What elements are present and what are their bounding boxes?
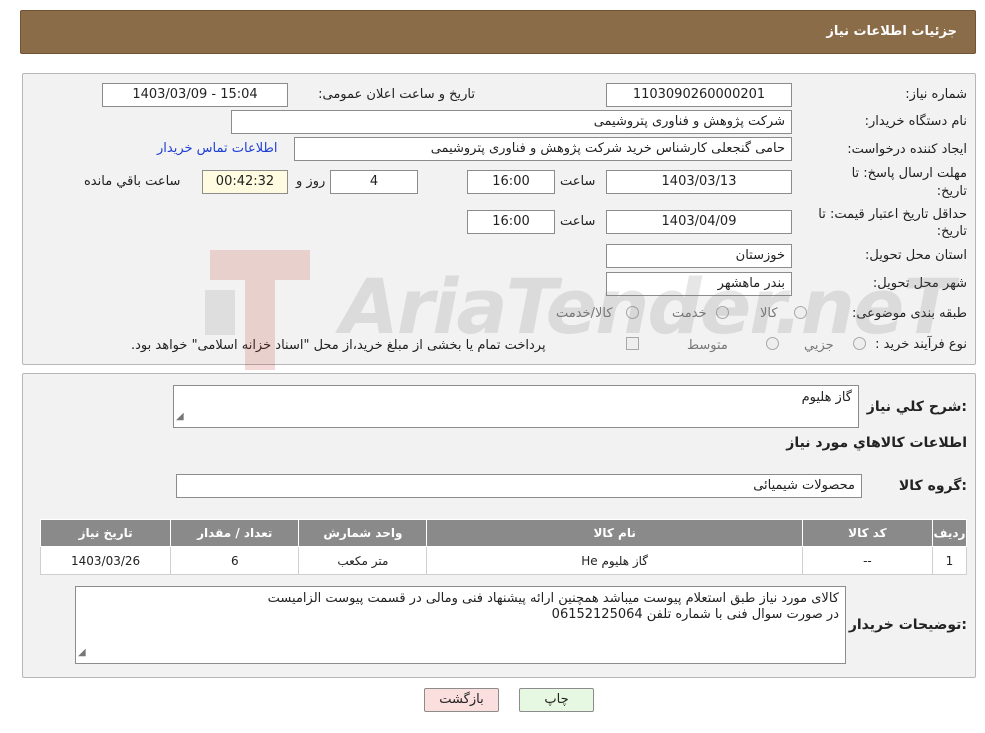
validity-label-2: تاریخ:: [936, 224, 967, 239]
goods-info-title: اطلاعات كالاهاي مورد نياز: [786, 435, 967, 451]
buyer-org-field: شرکت پژوهش و فناوری پتروشیمی: [231, 110, 792, 134]
cell-unit: متر مکعب: [298, 546, 428, 575]
deadline-label: مهلت ارسال پاسخ: تا: [851, 166, 967, 181]
city-field: بندر ماهشهر: [606, 272, 792, 296]
col-unit-header: واحد شمارش: [298, 519, 428, 547]
category-option-goods: کالا: [760, 306, 778, 321]
cell-row: 1: [931, 546, 968, 575]
province-field: خوزستان: [606, 244, 792, 268]
buyer-notes-line2: در صورت سوال فنی با شماره تلفن 061521250…: [551, 607, 839, 622]
deadline-label-2: تاریخ:: [936, 184, 967, 199]
deadline-date-field: 1403/03/13: [606, 170, 792, 194]
buyer-notes-line1: کالای مورد نیاز طبق استعلام پیوست میباشد…: [267, 591, 839, 606]
buyer-org-label: نام دستگاه خریدار:: [864, 114, 967, 129]
back-button[interactable]: بازگشت: [424, 688, 499, 712]
col-date-header: تاریخ نیاز: [39, 519, 172, 547]
validity-time-field: 16:00: [467, 210, 555, 234]
category-option-service: خدمت: [672, 306, 707, 321]
category-label: طبقه بندی موضوعی:: [851, 306, 967, 321]
col-qty-header: تعداد / مقدار: [170, 519, 300, 547]
cell-name: گاز هلیوم He: [426, 546, 803, 575]
payment-note: پرداخت تمام یا بخشی از مبلغ خرید،از محل …: [131, 338, 546, 353]
creator-field: حامی گنجعلی کارشناس خرید شرکت پژوهش و فن…: [294, 137, 792, 161]
col-code-header: کد کالا: [801, 519, 933, 547]
category-radio-goods-service[interactable]: [626, 306, 639, 319]
cell-code: --: [801, 546, 933, 575]
category-option-goods-service: کالا/خدمت: [556, 306, 613, 321]
buyer-notes-label: توضیحات خریدار:: [848, 617, 967, 633]
remaining-time-field: 00:42:32: [202, 170, 288, 194]
page-header: جزئیات اطلاعات نیاز: [20, 10, 976, 54]
category-radio-service[interactable]: [716, 306, 729, 319]
buyer-contact-link[interactable]: اطلاعات تماس خریدار: [157, 141, 277, 156]
goods-group-field: محصولات شیمیائی: [176, 474, 862, 498]
cell-date: 1403/03/26: [39, 546, 172, 575]
table-header-row: ردیف کد کالا نام کالا واحد شمارش تعداد /…: [39, 519, 968, 547]
resize-grip-icon[interactable]: ◢: [78, 645, 86, 661]
days-field: 4: [330, 170, 418, 194]
print-button[interactable]: چاپ: [519, 688, 594, 712]
process-label: نوع فرآیند خرید :: [875, 337, 967, 352]
remaining-label: ساعت باقي مانده: [84, 174, 181, 189]
process-radio-medium[interactable]: [766, 337, 779, 350]
announce-field: 1403/03/09 - 15:04: [102, 83, 288, 107]
summary-label: شرح كلي نياز:: [866, 399, 967, 415]
validity-date-field: 1403/04/09: [606, 210, 792, 234]
cell-qty: 6: [170, 546, 300, 575]
resize-grip-icon[interactable]: ◢: [176, 409, 184, 425]
process-option-medium: متوسط: [687, 338, 728, 353]
col-name-header: نام کالا: [426, 519, 803, 547]
need-number-label: شماره نیاز:: [905, 87, 967, 102]
process-radio-minor[interactable]: [853, 337, 866, 350]
validity-label: حداقل تاریخ اعتبار قیمت: تا: [818, 207, 967, 222]
summary-field: گاز هلیوم ◢: [173, 385, 859, 428]
need-number-field: 1103090260000201: [606, 83, 792, 107]
goods-table: ردیف کد کالا نام کالا واحد شمارش تعداد /…: [39, 519, 968, 575]
announce-label: تاریخ و ساعت اعلان عمومی:: [318, 87, 475, 102]
creator-label: ایجاد کننده درخواست:: [847, 142, 967, 157]
page-title: جزئیات اطلاعات نیاز: [826, 24, 957, 39]
days-label: روز و: [296, 174, 326, 189]
table-row: 1 -- گاز هلیوم He متر مکعب 6 1403/03/26: [39, 546, 968, 575]
buyer-notes-field: کالای مورد نیاز طبق استعلام پیوست میباشد…: [75, 586, 846, 664]
treasury-checkbox[interactable]: [626, 337, 639, 350]
category-radio-goods[interactable]: [794, 306, 807, 319]
goods-group-label: گروه کالا:: [898, 478, 967, 494]
city-label: شهر محل تحویل:: [872, 276, 967, 291]
process-option-minor: جزیي: [804, 338, 834, 353]
summary-value: گاز هلیوم: [801, 390, 852, 405]
province-label: استان محل تحویل:: [865, 248, 967, 263]
deadline-time-label: ساعت: [560, 174, 596, 189]
deadline-time-field: 16:00: [467, 170, 555, 194]
col-row-header: ردیف: [931, 519, 968, 547]
validity-time-label: ساعت: [560, 214, 596, 229]
